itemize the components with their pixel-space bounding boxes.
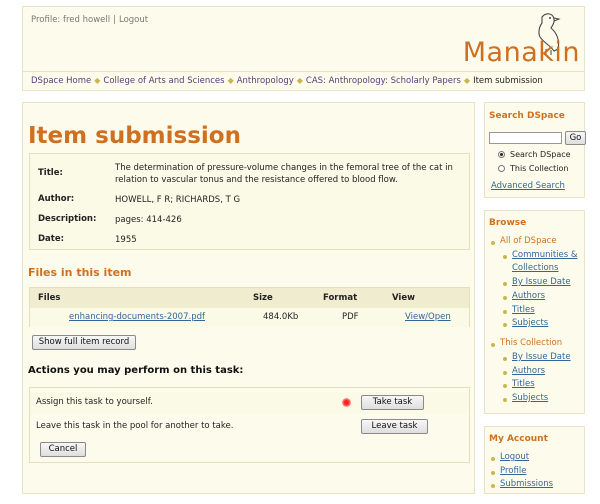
browse-group-all[interactable]: All of DSpace	[500, 236, 557, 247]
search-dspace-radio[interactable]	[498, 151, 505, 158]
take-task-button[interactable]: Take task	[361, 395, 424, 410]
breadcrumb-arrow-icon: ◆	[463, 76, 471, 85]
breadcrumb: DSpace Home ◆ College of Arts and Sciences…	[23, 71, 584, 91]
bullet-icon	[503, 296, 507, 300]
bullet-icon	[503, 384, 507, 388]
task-actions-panel: Assign this task to yourself. Take task …	[29, 387, 470, 463]
leave-task-button[interactable]: Leave task	[361, 419, 428, 434]
search-input[interactable]	[489, 132, 562, 144]
take-task-description: Assign this task to yourself.	[36, 397, 153, 407]
column-header-view: View	[392, 293, 415, 303]
browse-group-collection[interactable]: This Collection	[500, 338, 562, 349]
metadata-value: The determination of pressure-volume cha…	[115, 163, 453, 185]
browse-panel: Browse All of DSpace Communities & Colle…	[484, 210, 585, 414]
browse-all-authors[interactable]: Authors	[512, 291, 545, 302]
browse-collection-subjects[interactable]: Subjects	[512, 393, 548, 404]
browse-heading: Browse	[489, 218, 527, 228]
breadcrumb-college[interactable]: College of Arts and Sciences	[103, 76, 224, 86]
file-name-link[interactable]: enhancing-documents-2007.pdf	[69, 312, 205, 322]
browse-collection-by-issue-date[interactable]: By Issue Date	[512, 352, 571, 363]
leave-task-row: Leave this task in the pool for another …	[30, 416, 469, 438]
this-collection-radio[interactable]	[498, 165, 505, 172]
column-header-format: Format	[323, 293, 358, 303]
account-panel: My Account Logout Profile Submissions	[484, 426, 585, 494]
account-profile-link[interactable]: Profile	[500, 466, 526, 477]
logout-link[interactable]: Logout	[119, 15, 148, 25]
bullet-icon	[491, 343, 495, 347]
browse-all-by-issue-date[interactable]: By Issue Date	[512, 277, 571, 288]
advanced-search-link[interactable]: Advanced Search	[491, 181, 565, 191]
browse-collection-authors[interactable]: Authors	[512, 366, 545, 377]
metadata-label: Author:	[38, 194, 75, 204]
account-submissions-link[interactable]: Submissions	[500, 479, 553, 490]
browse-all-subjects[interactable]: Subjects	[512, 318, 548, 329]
account-heading: My Account	[489, 434, 548, 444]
metadata-value: pages: 414-426	[115, 215, 182, 225]
bullet-icon	[491, 457, 495, 461]
breadcrumb-scholarly-papers[interactable]: CAS: Anthropology: Scholarly Papers	[306, 76, 461, 86]
metadata-label: Description:	[38, 214, 97, 224]
file-format: PDF	[342, 312, 359, 322]
bullet-icon	[503, 310, 507, 314]
metadata-value: HOWELL, F R; RICHARDS, T G	[115, 195, 241, 205]
breadcrumb-dspace-home[interactable]: DSpace Home	[31, 76, 91, 86]
breadcrumb-anthropology[interactable]: Anthropology	[237, 76, 294, 86]
search-panel: Search DSpace Go Search DSpace This Coll…	[484, 102, 586, 198]
bullet-icon	[503, 282, 507, 286]
browse-communities-link[interactable]: Communities &	[512, 250, 578, 261]
column-header-size: Size	[253, 293, 273, 303]
profile-bar: Profile: fred howell | Logout	[31, 15, 148, 25]
bullet-icon	[503, 398, 507, 402]
go-button[interactable]: Go	[565, 131, 586, 145]
metadata-label: Date:	[38, 234, 65, 244]
cursor-indicator-icon	[342, 398, 351, 407]
item-metadata-table: Title: The determination of pressure-vol…	[29, 153, 470, 250]
bullet-icon	[491, 471, 495, 475]
profile-separator: |	[113, 15, 116, 25]
page-title: Item submission	[28, 123, 241, 149]
column-header-files: Files	[38, 293, 61, 303]
browse-collections-link[interactable]: Collections	[512, 263, 558, 274]
breadcrumb-arrow-icon: ◆	[296, 76, 303, 85]
leave-task-description: Leave this task in the pool for another …	[36, 421, 234, 431]
actions-heading: Actions you may perform on this task:	[28, 365, 244, 376]
files-heading: Files in this item	[28, 266, 132, 279]
bullet-icon	[491, 241, 495, 245]
files-table: Files Size Format View enhancing-documen…	[29, 287, 470, 327]
breadcrumb-arrow-icon: ◆	[227, 76, 234, 85]
breadcrumb-current: Item submission	[473, 76, 543, 86]
table-row: enhancing-documents-2007.pdf 484.0Kb PDF…	[30, 308, 469, 327]
browse-collection-titles[interactable]: Titles	[512, 379, 535, 390]
cancel-button[interactable]: Cancel	[40, 442, 86, 457]
metadata-label: Title:	[38, 168, 63, 178]
search-dspace-label: Search DSpace	[510, 150, 571, 159]
bullet-icon	[503, 357, 507, 361]
profile-link[interactable]: Profile: fred howell	[31, 15, 110, 25]
show-full-record-button[interactable]: Show full item record	[32, 335, 136, 350]
view-open-link[interactable]: View/Open	[405, 312, 451, 322]
take-task-row: Assign this task to yourself. Take task	[30, 392, 469, 414]
this-collection-label: This Collection	[510, 164, 569, 173]
browse-all-titles[interactable]: Titles	[512, 305, 535, 316]
bullet-icon	[491, 484, 495, 488]
bullet-icon	[503, 323, 507, 327]
search-heading: Search DSpace	[489, 111, 565, 121]
files-table-header: Files Size Format View	[30, 288, 469, 308]
file-size: 484.0Kb	[263, 312, 299, 322]
brand-logo[interactable]: Manakin	[463, 37, 580, 68]
main-content: Item submission Title: The determination…	[22, 102, 475, 494]
bullet-icon	[503, 371, 507, 375]
bullet-icon	[503, 255, 507, 259]
page-header: Profile: fred howell | Logout Manakin DSpa…	[22, 6, 585, 91]
metadata-value: 1955	[115, 235, 137, 245]
account-logout-link[interactable]: Logout	[500, 452, 529, 463]
breadcrumb-arrow-icon: ◆	[94, 76, 101, 85]
